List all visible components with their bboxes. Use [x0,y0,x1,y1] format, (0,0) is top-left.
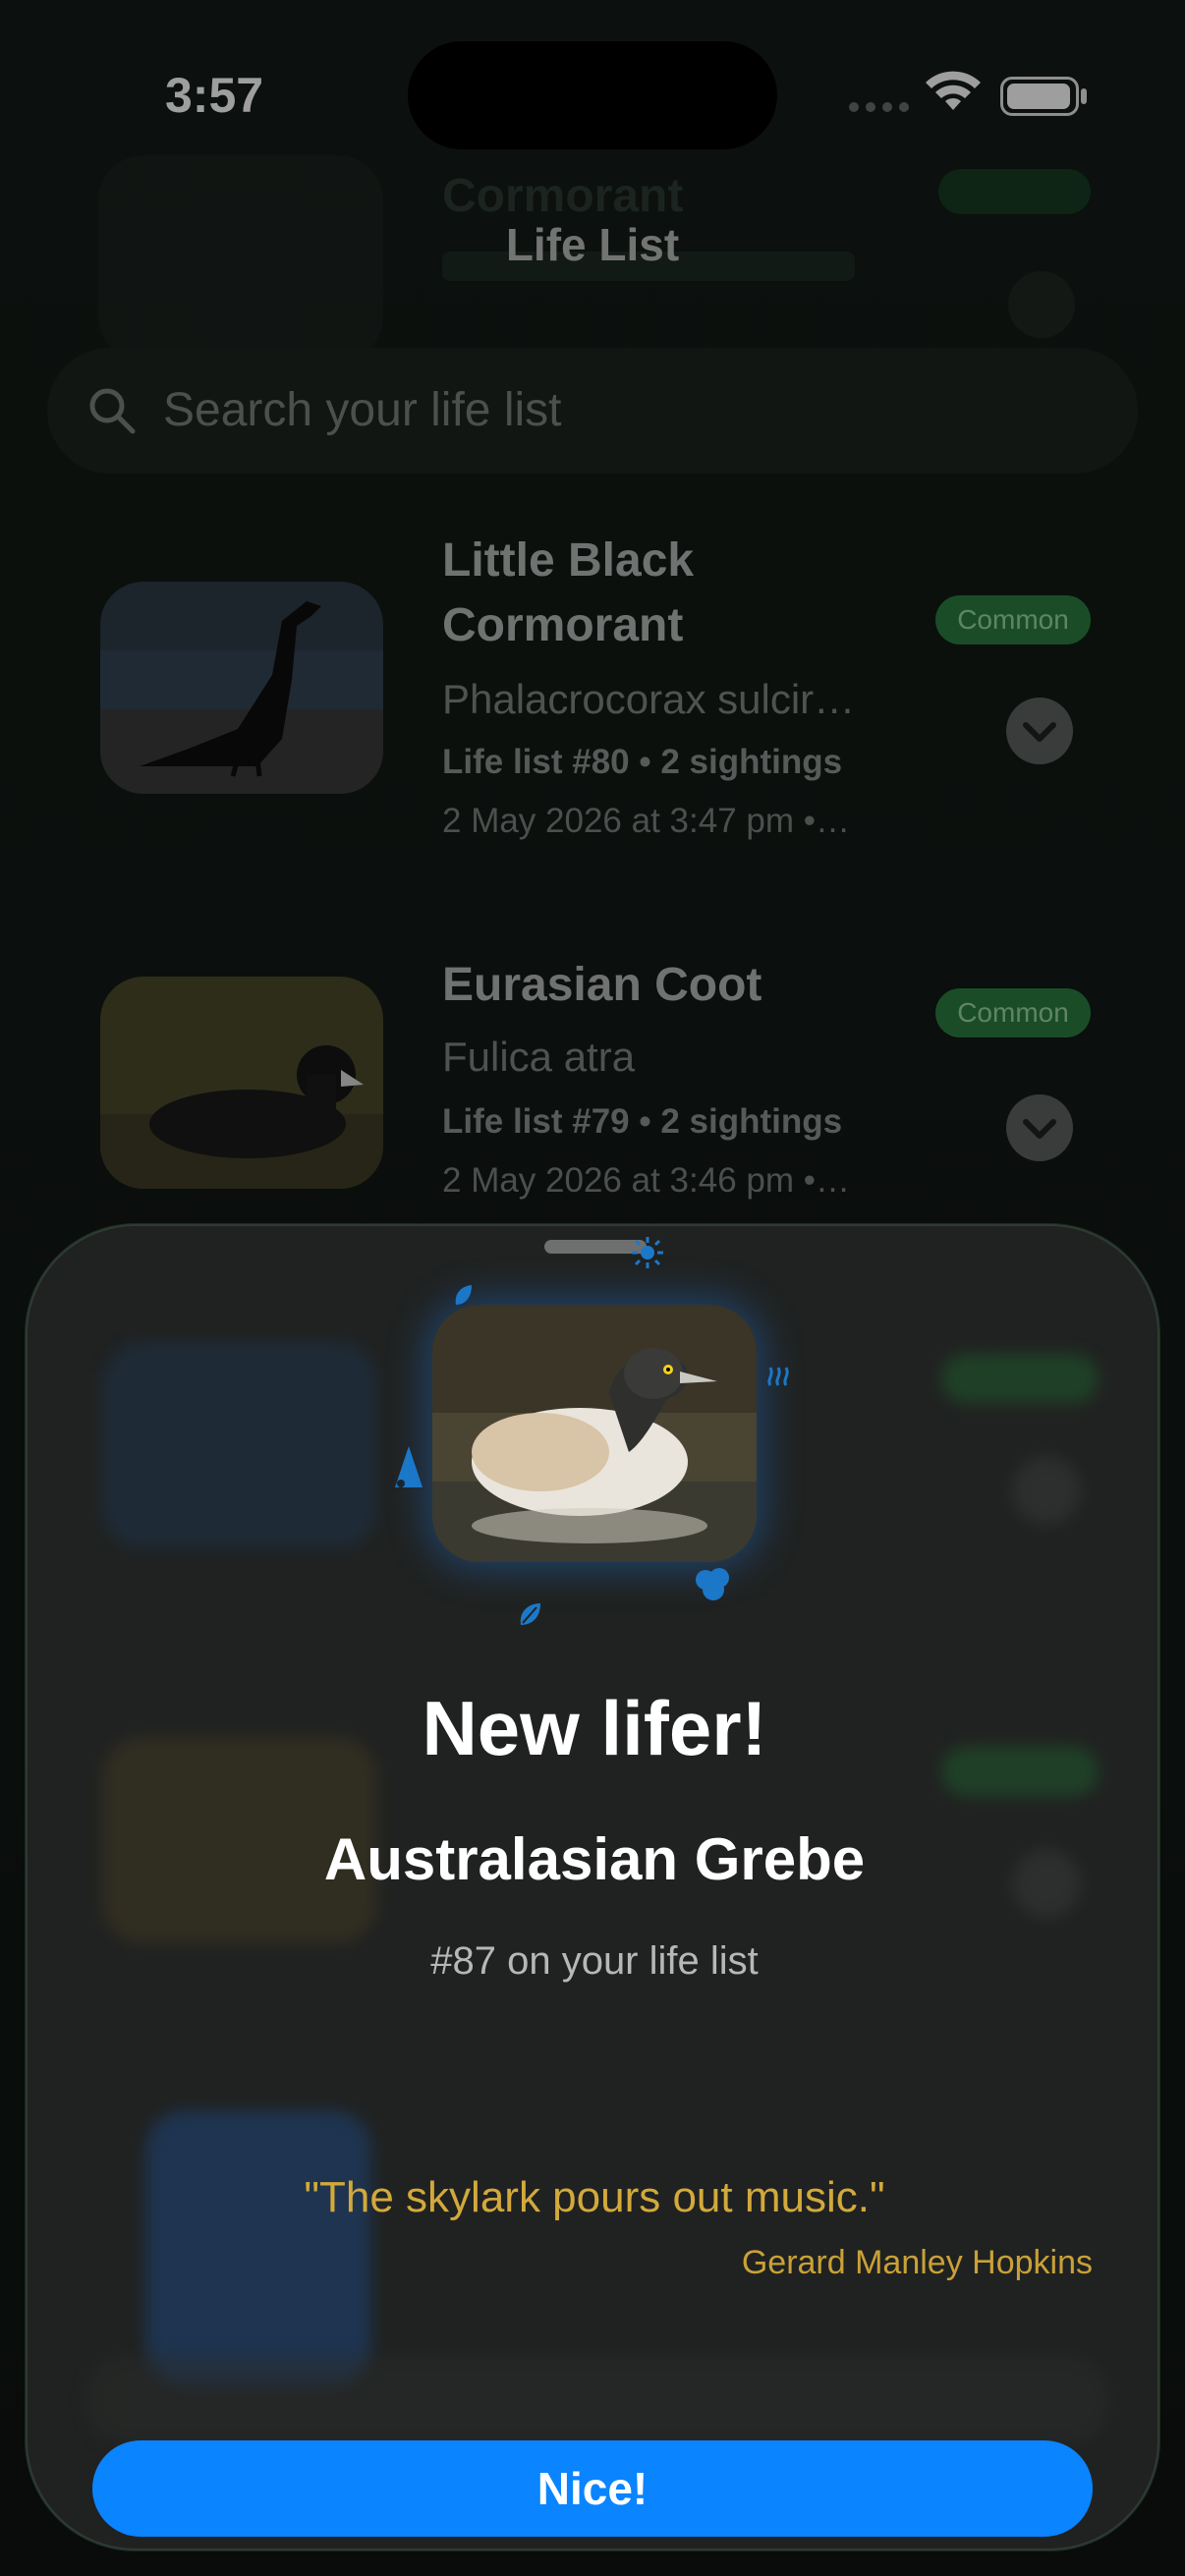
nice-button[interactable]: Nice! [92,2440,1093,2537]
blurred-row-chevron [1012,1456,1081,1525]
quote-author: Gerard Manley Hopkins [741,2244,1093,2281]
lifer-heading: New lifer! [422,1685,767,1771]
blurred-row-thumbnail [102,1342,377,1548]
blurred-tab-bar [86,2356,1108,2444]
confetti-wind-icon [767,1367,789,1386]
bird-quote: "The skylark pours out music." [304,2173,885,2221]
lifer-rank: #87 on your life list [430,1939,759,1983]
new-lifer-sheet: New lifer! Australasian Grebe #87 on you… [26,1224,1159,2550]
confetti-sun-icon [632,1237,663,1268]
lifer-species-name: Australasian Grebe [323,1826,866,1892]
blurred-row-thumbnail [145,2110,371,2385]
confetti-leaf-icon [520,1603,540,1625]
confetti-flower-icon [696,1568,729,1600]
lifer-photo [432,1305,757,1562]
blurred-row-badge [941,1354,1099,1403]
confetti-bell-icon [395,1446,423,1487]
